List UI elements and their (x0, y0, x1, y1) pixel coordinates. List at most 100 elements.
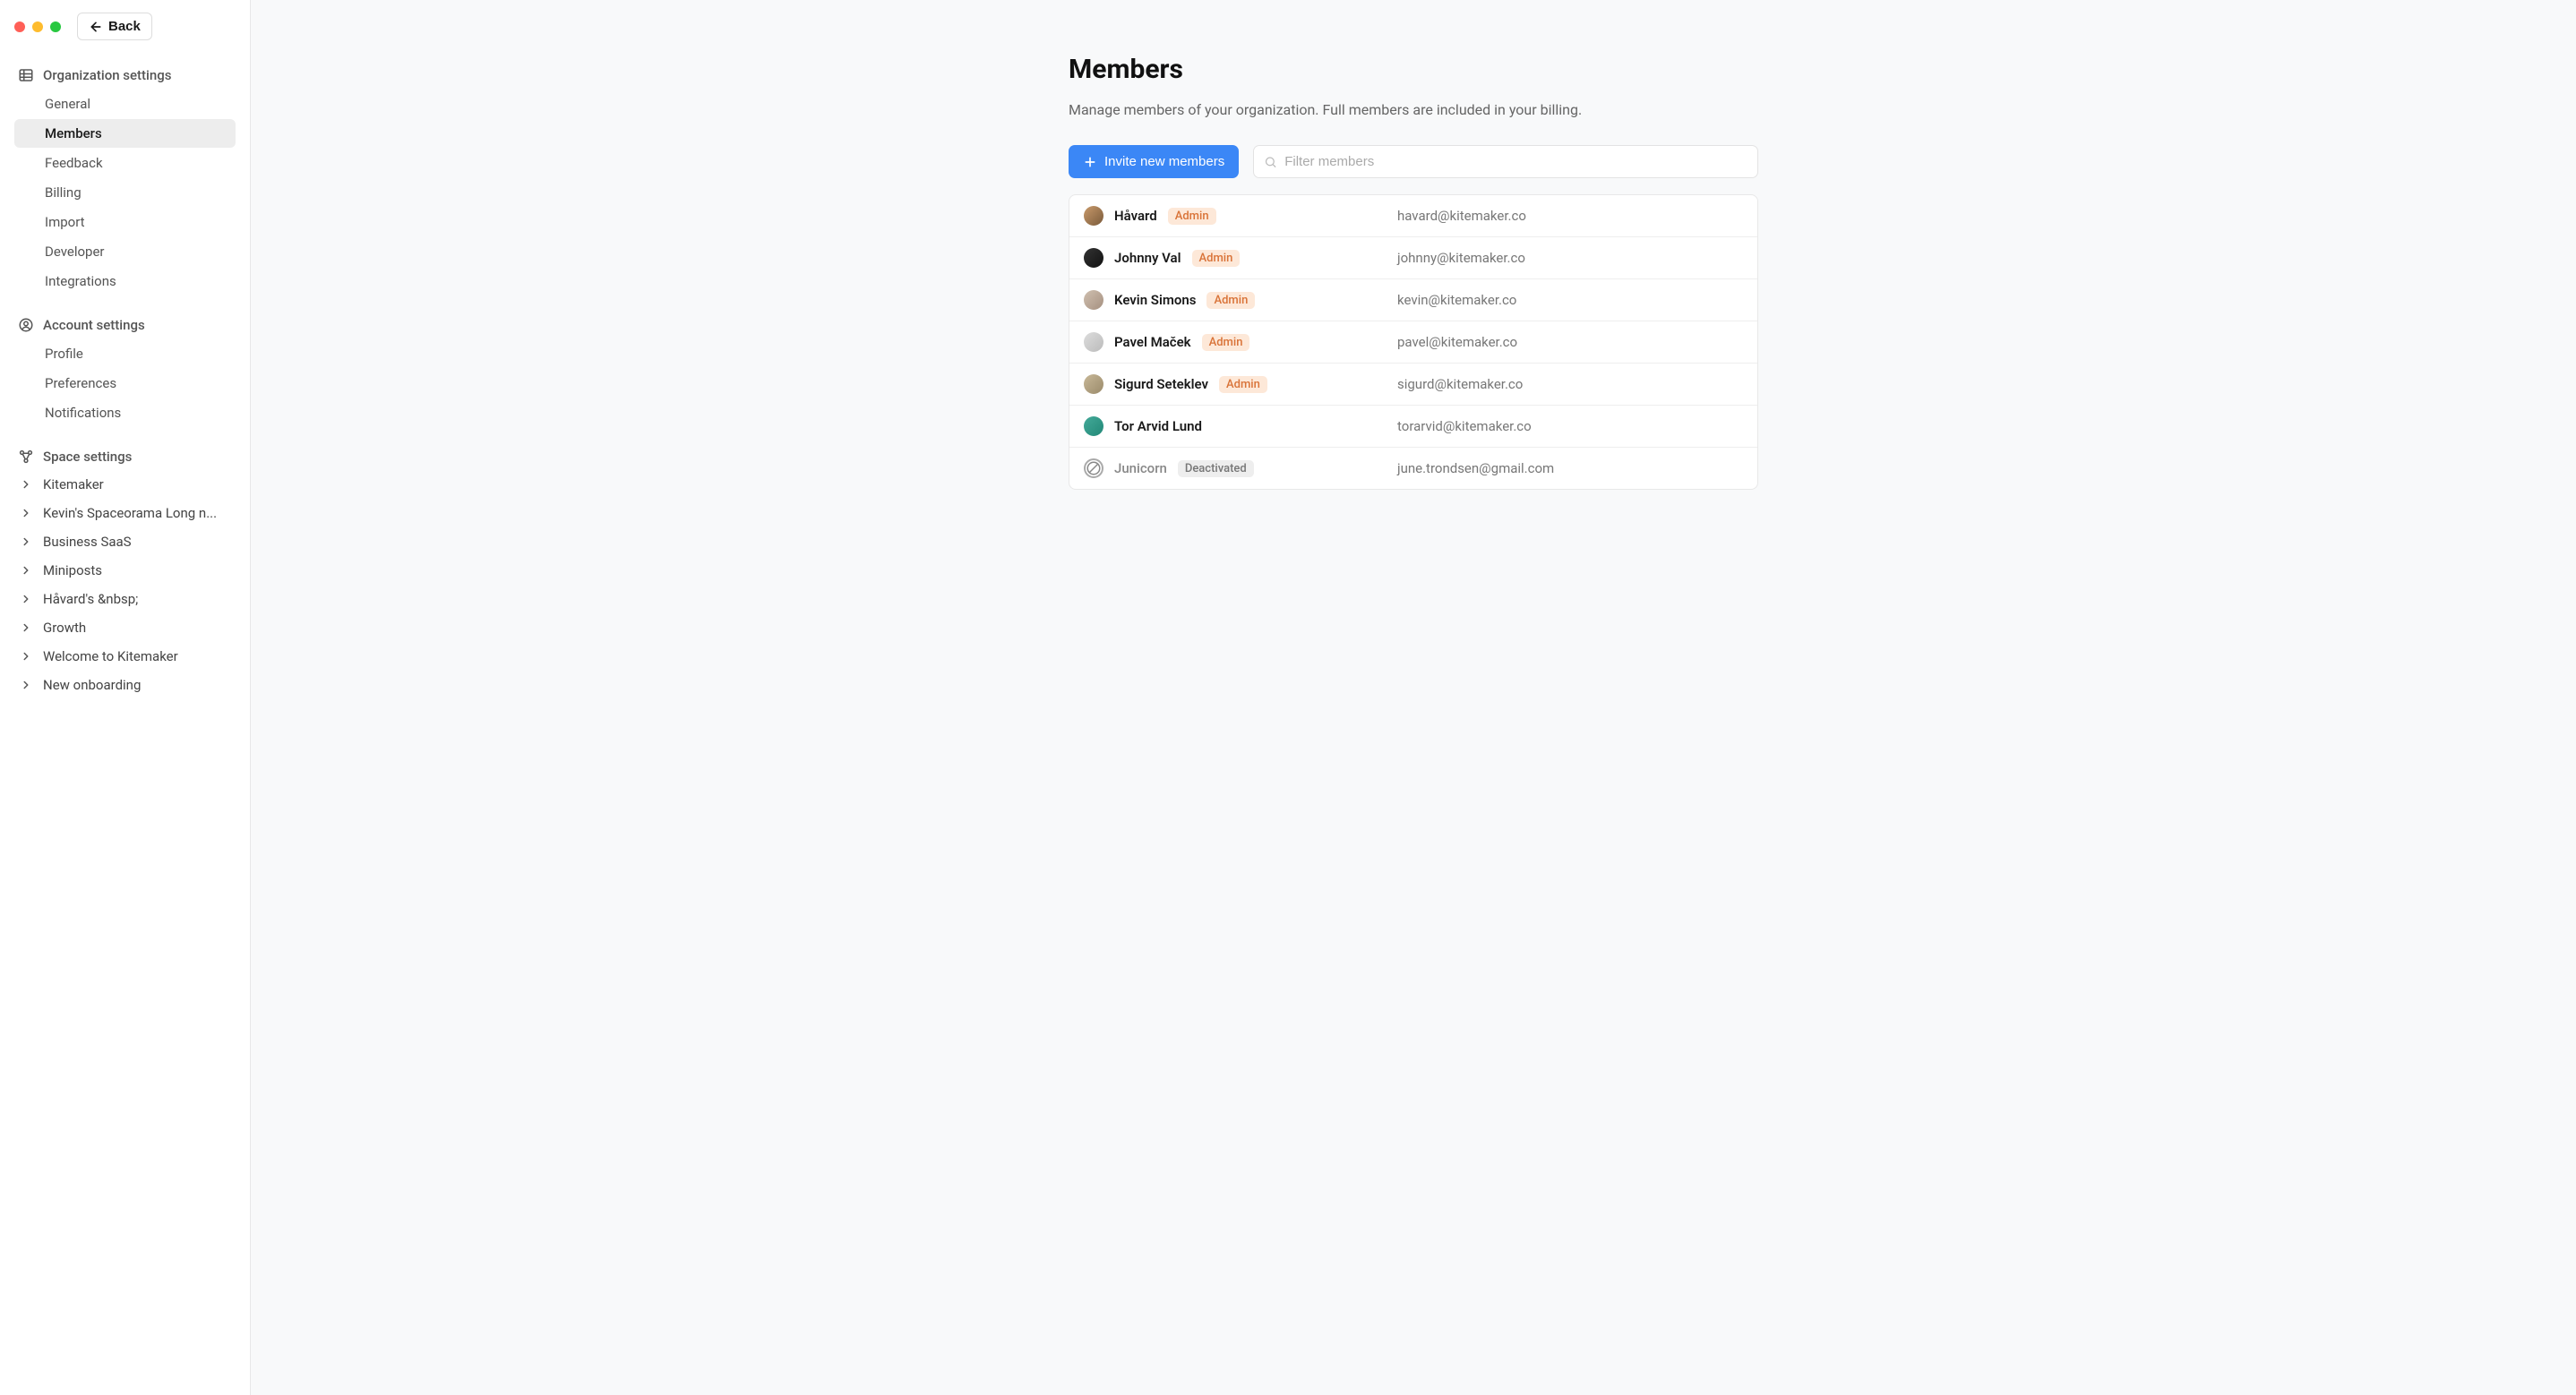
member-name: Junicorn (1114, 460, 1167, 476)
sidebar-item-space[interactable]: Miniposts (14, 556, 236, 585)
chevron-right-icon (18, 535, 34, 548)
member-name: Pavel Maček (1114, 334, 1191, 350)
sidebar-item-account[interactable]: Preferences (14, 369, 236, 398)
sidebar: Back Organization settings GeneralMember… (0, 0, 251, 1395)
chevron-right-icon (18, 507, 34, 519)
account-settings-title: Account settings (43, 317, 145, 333)
sidebar-item-org[interactable]: General (14, 90, 236, 118)
member-name: Tor Arvid Lund (1114, 418, 1202, 434)
sidebar-item-account[interactable]: Profile (14, 339, 236, 368)
minimize-window-icon[interactable] (32, 21, 43, 32)
sidebar-item-space[interactable]: Kevin's Spaceorama Long n... (14, 499, 236, 527)
sidebar-item-space[interactable]: New onboarding (14, 671, 236, 699)
sidebar-item-label: Kitemaker (43, 476, 104, 492)
user-circle-icon (18, 317, 34, 333)
sidebar-item-space[interactable]: Business SaaS (14, 527, 236, 556)
plus-icon (1083, 155, 1097, 169)
sidebar-item-label: Growth (43, 620, 86, 636)
back-button-label: Back (108, 19, 141, 34)
member-info: Sigurd Seteklev Admin (1084, 374, 1397, 394)
account-settings-section: Account settings ProfilePreferencesNotif… (14, 312, 236, 427)
close-window-icon[interactable] (14, 21, 25, 32)
filter-wrapper (1253, 145, 1758, 178)
search-icon (1264, 155, 1277, 168)
sidebar-item-space[interactable]: Kitemaker (14, 470, 236, 499)
member-name: Håvard (1114, 208, 1157, 224)
member-row[interactable]: Tor Arvid Lund torarvid@kitemaker.co (1069, 406, 1757, 448)
member-email: sigurd@kitemaker.co (1397, 376, 1523, 392)
sidebar-item-org[interactable]: Integrations (14, 267, 236, 295)
org-settings-title: Organization settings (43, 67, 171, 83)
sidebar-item-space[interactable]: Growth (14, 613, 236, 642)
sidebar-item-label: Kevin's Spaceorama Long n... (43, 505, 217, 521)
actions-row: Invite new members (1069, 145, 1758, 178)
member-info: Johnny ValAdmin (1084, 248, 1397, 268)
space-settings-title: Space settings (43, 449, 132, 465)
page-title: Members (1069, 54, 1758, 85)
member-email: johnny@kitemaker.co (1397, 250, 1525, 266)
admin-badge: Admin (1202, 334, 1250, 351)
avatar (1084, 206, 1103, 226)
sidebar-item-space[interactable]: Welcome to Kitemaker (14, 642, 236, 671)
sidebar-item-account[interactable]: Notifications (14, 398, 236, 427)
avatar (1084, 374, 1103, 394)
member-email: june.trondsen@gmail.com (1397, 460, 1554, 476)
sidebar-item-org[interactable]: Members (14, 119, 236, 148)
member-info: HåvardAdmin (1084, 206, 1397, 226)
arrow-left-icon (89, 20, 103, 34)
sidebar-item-org[interactable]: Billing (14, 178, 236, 207)
back-button[interactable]: Back (77, 13, 152, 40)
admin-badge: Admin (1192, 250, 1241, 267)
member-row[interactable]: Pavel Maček Admin pavel@kitemaker.co (1069, 321, 1757, 364)
chevron-right-icon (18, 679, 34, 691)
avatar (1084, 332, 1103, 352)
spaces-icon (18, 449, 34, 465)
page-subtitle: Manage members of your organization. Ful… (1069, 101, 1758, 118)
deactivated-icon (1084, 458, 1103, 478)
member-info: Tor Arvid Lund (1084, 416, 1397, 436)
sidebar-item-space[interactable]: Håvard's &nbsp; (14, 585, 236, 613)
chevron-right-icon (18, 621, 34, 634)
account-settings-header: Account settings (14, 312, 236, 338)
avatar (1084, 290, 1103, 310)
org-settings-section: Organization settings GeneralMembersFeed… (14, 62, 236, 295)
space-settings-header: Space settings (14, 443, 236, 470)
member-email: pavel@kitemaker.co (1397, 334, 1517, 350)
member-name: Kevin Simons (1114, 292, 1196, 308)
member-info: Kevin Simons Admin (1084, 290, 1397, 310)
member-row[interactable]: HåvardAdminhavard@kitemaker.co (1069, 195, 1757, 237)
org-settings-header: Organization settings (14, 62, 236, 89)
maximize-window-icon[interactable] (50, 21, 61, 32)
invite-button-label: Invite new members (1104, 154, 1224, 169)
sidebar-item-label: New onboarding (43, 677, 141, 693)
member-email: torarvid@kitemaker.co (1397, 418, 1532, 434)
member-row[interactable]: Junicorn Deactivated june.trondsen@gmail.c… (1069, 448, 1757, 489)
avatar (1084, 416, 1103, 436)
members-list: HåvardAdminhavard@kitemaker.coJohnny Val… (1069, 194, 1758, 490)
member-info: Pavel Maček Admin (1084, 332, 1397, 352)
member-row[interactable]: Kevin SimonsAdminkevin@kitemaker.co (1069, 279, 1757, 321)
filter-members-input[interactable] (1253, 145, 1758, 178)
admin-badge: Admin (1206, 292, 1255, 309)
sidebar-item-org[interactable]: Import (14, 208, 236, 236)
member-email: havard@kitemaker.co (1397, 208, 1526, 224)
chevron-right-icon (18, 650, 34, 663)
sidebar-item-label: Business SaaS (43, 534, 132, 550)
traffic-lights (14, 21, 61, 32)
sidebar-item-label: Håvard's &nbsp; (43, 591, 138, 607)
organization-icon (18, 67, 34, 83)
sidebar-item-label: Miniposts (43, 562, 102, 578)
member-row[interactable]: Sigurd Seteklev Admin sigurd@kitemaker.co (1069, 364, 1757, 406)
window-controls: Back (14, 13, 236, 40)
sidebar-item-label: Welcome to Kitemaker (43, 648, 178, 664)
chevron-right-icon (18, 564, 34, 577)
member-name: Sigurd Seteklev (1114, 376, 1208, 392)
sidebar-item-org[interactable]: Feedback (14, 149, 236, 177)
admin-badge: Admin (1219, 376, 1267, 393)
deactivated-badge: Deactivated (1178, 460, 1254, 477)
member-info: Junicorn Deactivated (1084, 458, 1397, 478)
space-settings-section: Space settings Kitemaker Kevin's Spaceora… (14, 443, 236, 699)
member-row[interactable]: Johnny ValAdminjohnny@kitemaker.co (1069, 237, 1757, 279)
sidebar-item-org[interactable]: Developer (14, 237, 236, 266)
invite-members-button[interactable]: Invite new members (1069, 145, 1239, 178)
